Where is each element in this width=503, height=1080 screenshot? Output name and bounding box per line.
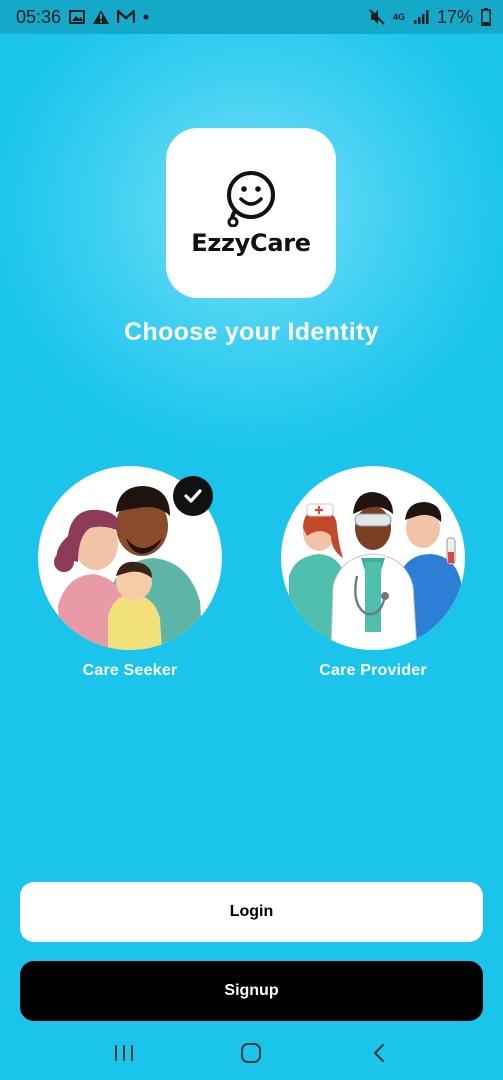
battery-icon (481, 8, 491, 26)
identity-care-provider[interactable]: Care Provider (281, 466, 465, 680)
login-button[interactable]: Login (20, 882, 483, 942)
home-icon[interactable] (231, 1033, 271, 1073)
gallery-icon (69, 10, 86, 24)
stethoscope-smile-icon (227, 171, 275, 227)
recents-icon[interactable] (104, 1033, 144, 1073)
signup-button[interactable]: Signup (20, 961, 483, 1021)
signal-icon (413, 9, 429, 25)
app-logo: EzzyCare (166, 128, 336, 298)
mute-icon (369, 9, 385, 25)
selected-check-icon (173, 476, 213, 516)
dot-icon (143, 14, 149, 20)
status-time: 05:36 (16, 6, 62, 27)
page-title: Choose your Identity (124, 318, 379, 346)
network-type: 4G (392, 11, 405, 22)
status-bar: 05:36 4G 17% (0, 0, 503, 34)
status-right: 4G 17% (369, 7, 491, 28)
back-icon[interactable] (359, 1033, 399, 1073)
battery-percent: 17% (436, 6, 473, 27)
status-left: 05:36 (16, 7, 149, 28)
gmail-icon (117, 10, 136, 24)
care-provider-label: Care Provider (319, 662, 427, 679)
system-navigation-bar (0, 1025, 503, 1080)
care-seeker-label: Care Seeker (82, 662, 178, 679)
care-provider-illustration[interactable] (281, 466, 465, 650)
logo-text: EzzyCare (191, 229, 311, 257)
warning-icon (93, 10, 110, 24)
